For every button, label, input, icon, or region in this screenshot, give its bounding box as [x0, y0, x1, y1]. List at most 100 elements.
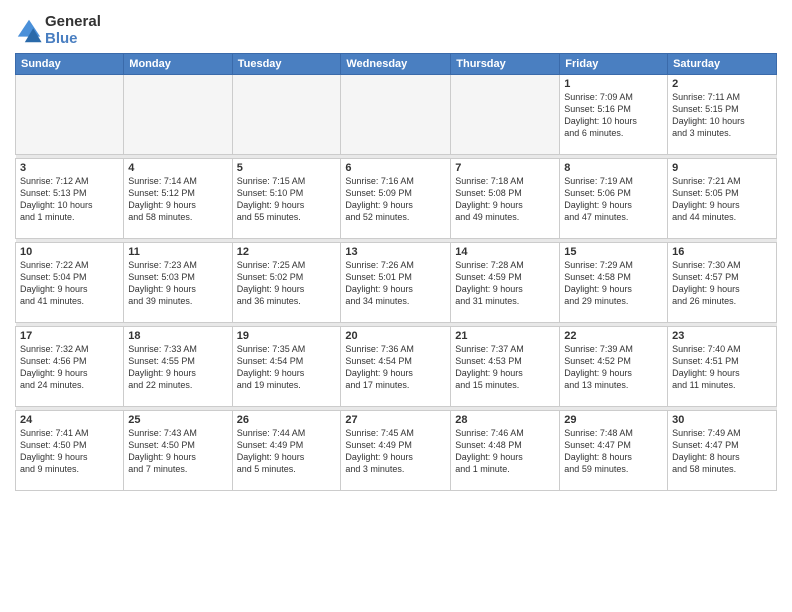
calendar-cell [232, 75, 341, 155]
day-number: 24 [20, 414, 119, 426]
calendar-cell: 6Sunrise: 7:16 AM Sunset: 5:09 PM Daylig… [341, 159, 451, 239]
calendar-cell: 21Sunrise: 7:37 AM Sunset: 4:53 PM Dayli… [451, 327, 560, 407]
day-info: Sunrise: 7:28 AM Sunset: 4:59 PM Dayligh… [455, 259, 555, 308]
calendar-cell: 27Sunrise: 7:45 AM Sunset: 4:49 PM Dayli… [341, 411, 451, 491]
day-number: 25 [128, 414, 227, 426]
calendar-cell: 23Sunrise: 7:40 AM Sunset: 4:51 PM Dayli… [668, 327, 777, 407]
day-number: 14 [455, 246, 555, 258]
day-info: Sunrise: 7:36 AM Sunset: 4:54 PM Dayligh… [345, 343, 446, 392]
day-number: 2 [672, 78, 772, 90]
calendar-cell: 20Sunrise: 7:36 AM Sunset: 4:54 PM Dayli… [341, 327, 451, 407]
calendar-cell: 7Sunrise: 7:18 AM Sunset: 5:08 PM Daylig… [451, 159, 560, 239]
day-info: Sunrise: 7:26 AM Sunset: 5:01 PM Dayligh… [345, 259, 446, 308]
day-number: 1 [564, 78, 663, 90]
calendar-cell: 12Sunrise: 7:25 AM Sunset: 5:02 PM Dayli… [232, 243, 341, 323]
weekday-header-wednesday: Wednesday [341, 54, 451, 75]
day-info: Sunrise: 7:23 AM Sunset: 5:03 PM Dayligh… [128, 259, 227, 308]
day-number: 4 [128, 162, 227, 174]
day-number: 22 [564, 330, 663, 342]
day-info: Sunrise: 7:25 AM Sunset: 5:02 PM Dayligh… [237, 259, 337, 308]
day-number: 13 [345, 246, 446, 258]
calendar-cell: 26Sunrise: 7:44 AM Sunset: 4:49 PM Dayli… [232, 411, 341, 491]
day-info: Sunrise: 7:35 AM Sunset: 4:54 PM Dayligh… [237, 343, 337, 392]
calendar-cell: 22Sunrise: 7:39 AM Sunset: 4:52 PM Dayli… [560, 327, 668, 407]
calendar-cell: 17Sunrise: 7:32 AM Sunset: 4:56 PM Dayli… [16, 327, 124, 407]
weekday-header-saturday: Saturday [668, 54, 777, 75]
day-info: Sunrise: 7:49 AM Sunset: 4:47 PM Dayligh… [672, 427, 772, 476]
calendar-cell: 29Sunrise: 7:48 AM Sunset: 4:47 PM Dayli… [560, 411, 668, 491]
day-number: 7 [455, 162, 555, 174]
day-number: 27 [345, 414, 446, 426]
day-info: Sunrise: 7:45 AM Sunset: 4:49 PM Dayligh… [345, 427, 446, 476]
day-number: 30 [672, 414, 772, 426]
weekday-header-sunday: Sunday [16, 54, 124, 75]
day-number: 28 [455, 414, 555, 426]
day-info: Sunrise: 7:09 AM Sunset: 5:16 PM Dayligh… [564, 91, 663, 140]
calendar-cell: 19Sunrise: 7:35 AM Sunset: 4:54 PM Dayli… [232, 327, 341, 407]
day-info: Sunrise: 7:44 AM Sunset: 4:49 PM Dayligh… [237, 427, 337, 476]
day-info: Sunrise: 7:41 AM Sunset: 4:50 PM Dayligh… [20, 427, 119, 476]
calendar-cell: 30Sunrise: 7:49 AM Sunset: 4:47 PM Dayli… [668, 411, 777, 491]
calendar-cell [341, 75, 451, 155]
day-number: 6 [345, 162, 446, 174]
weekday-header-tuesday: Tuesday [232, 54, 341, 75]
day-number: 15 [564, 246, 663, 258]
calendar-cell: 10Sunrise: 7:22 AM Sunset: 5:04 PM Dayli… [16, 243, 124, 323]
day-number: 11 [128, 246, 227, 258]
day-info: Sunrise: 7:29 AM Sunset: 4:58 PM Dayligh… [564, 259, 663, 308]
calendar-cell: 5Sunrise: 7:15 AM Sunset: 5:10 PM Daylig… [232, 159, 341, 239]
day-info: Sunrise: 7:16 AM Sunset: 5:09 PM Dayligh… [345, 175, 446, 224]
day-number: 20 [345, 330, 446, 342]
day-number: 19 [237, 330, 337, 342]
calendar-cell: 14Sunrise: 7:28 AM Sunset: 4:59 PM Dayli… [451, 243, 560, 323]
day-number: 12 [237, 246, 337, 258]
day-info: Sunrise: 7:22 AM Sunset: 5:04 PM Dayligh… [20, 259, 119, 308]
day-info: Sunrise: 7:12 AM Sunset: 5:13 PM Dayligh… [20, 175, 119, 224]
calendar-cell: 4Sunrise: 7:14 AM Sunset: 5:12 PM Daylig… [124, 159, 232, 239]
day-info: Sunrise: 7:15 AM Sunset: 5:10 PM Dayligh… [237, 175, 337, 224]
calendar-table: SundayMondayTuesdayWednesdayThursdayFrid… [15, 53, 777, 491]
calendar-cell: 24Sunrise: 7:41 AM Sunset: 4:50 PM Dayli… [16, 411, 124, 491]
logo-text-blue: Blue [45, 31, 101, 48]
day-info: Sunrise: 7:43 AM Sunset: 4:50 PM Dayligh… [128, 427, 227, 476]
calendar-cell [451, 75, 560, 155]
day-info: Sunrise: 7:30 AM Sunset: 4:57 PM Dayligh… [672, 259, 772, 308]
day-number: 17 [20, 330, 119, 342]
day-info: Sunrise: 7:14 AM Sunset: 5:12 PM Dayligh… [128, 175, 227, 224]
day-number: 29 [564, 414, 663, 426]
day-info: Sunrise: 7:46 AM Sunset: 4:48 PM Dayligh… [455, 427, 555, 476]
day-info: Sunrise: 7:37 AM Sunset: 4:53 PM Dayligh… [455, 343, 555, 392]
calendar-cell: 18Sunrise: 7:33 AM Sunset: 4:55 PM Dayli… [124, 327, 232, 407]
logo: General Blue [15, 14, 101, 47]
calendar-cell [124, 75, 232, 155]
calendar-page: General Blue SundayMondayTuesdayWednesda… [0, 0, 792, 612]
page-header: General Blue [15, 10, 777, 47]
day-info: Sunrise: 7:39 AM Sunset: 4:52 PM Dayligh… [564, 343, 663, 392]
day-info: Sunrise: 7:33 AM Sunset: 4:55 PM Dayligh… [128, 343, 227, 392]
calendar-cell: 3Sunrise: 7:12 AM Sunset: 5:13 PM Daylig… [16, 159, 124, 239]
calendar-cell: 16Sunrise: 7:30 AM Sunset: 4:57 PM Dayli… [668, 243, 777, 323]
day-number: 10 [20, 246, 119, 258]
calendar-cell [16, 75, 124, 155]
day-info: Sunrise: 7:18 AM Sunset: 5:08 PM Dayligh… [455, 175, 555, 224]
day-info: Sunrise: 7:40 AM Sunset: 4:51 PM Dayligh… [672, 343, 772, 392]
day-info: Sunrise: 7:32 AM Sunset: 4:56 PM Dayligh… [20, 343, 119, 392]
calendar-cell: 28Sunrise: 7:46 AM Sunset: 4:48 PM Dayli… [451, 411, 560, 491]
day-number: 26 [237, 414, 337, 426]
calendar-cell: 11Sunrise: 7:23 AM Sunset: 5:03 PM Dayli… [124, 243, 232, 323]
calendar-cell: 9Sunrise: 7:21 AM Sunset: 5:05 PM Daylig… [668, 159, 777, 239]
calendar-cell: 13Sunrise: 7:26 AM Sunset: 5:01 PM Dayli… [341, 243, 451, 323]
weekday-header-monday: Monday [124, 54, 232, 75]
calendar-cell: 25Sunrise: 7:43 AM Sunset: 4:50 PM Dayli… [124, 411, 232, 491]
day-number: 8 [564, 162, 663, 174]
calendar-cell: 1Sunrise: 7:09 AM Sunset: 5:16 PM Daylig… [560, 75, 668, 155]
day-info: Sunrise: 7:19 AM Sunset: 5:06 PM Dayligh… [564, 175, 663, 224]
logo-icon [15, 17, 43, 45]
calendar-cell: 15Sunrise: 7:29 AM Sunset: 4:58 PM Dayli… [560, 243, 668, 323]
day-info: Sunrise: 7:21 AM Sunset: 5:05 PM Dayligh… [672, 175, 772, 224]
day-number: 16 [672, 246, 772, 258]
day-number: 5 [237, 162, 337, 174]
weekday-header-thursday: Thursday [451, 54, 560, 75]
calendar-cell: 8Sunrise: 7:19 AM Sunset: 5:06 PM Daylig… [560, 159, 668, 239]
weekday-header-friday: Friday [560, 54, 668, 75]
